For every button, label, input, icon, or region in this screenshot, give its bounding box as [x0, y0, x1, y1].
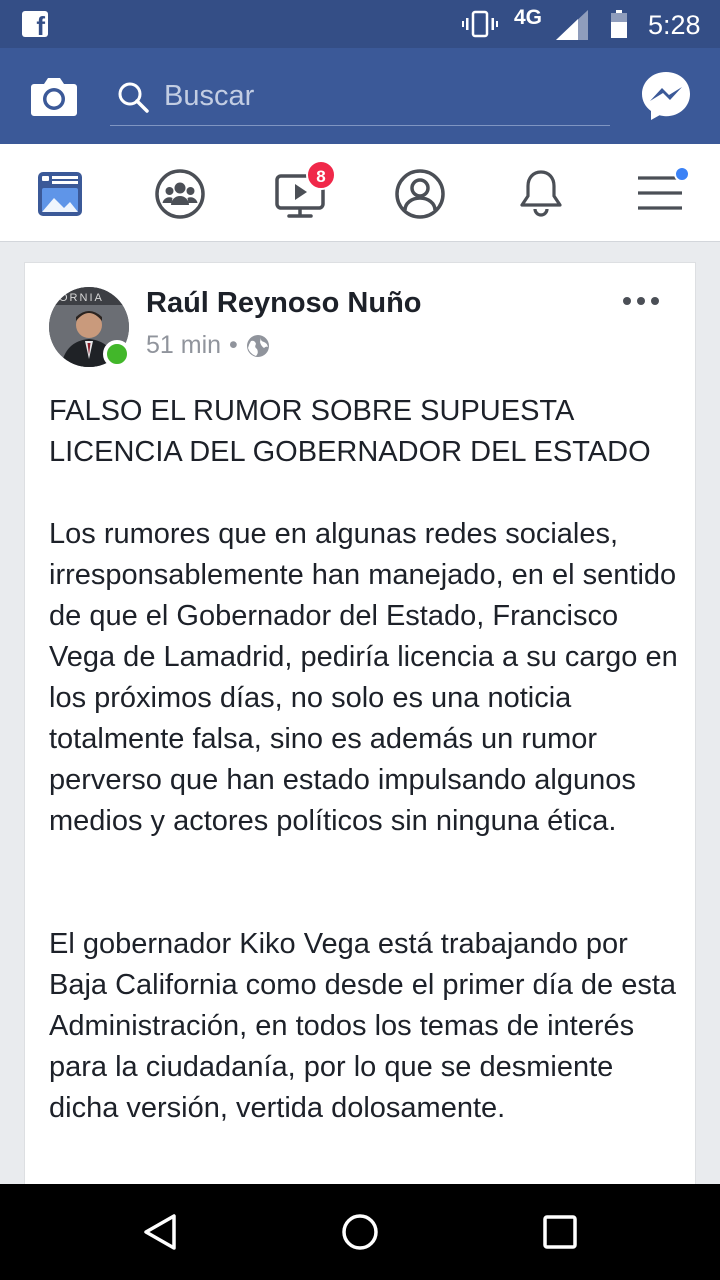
nav-tabs [0, 144, 720, 242]
back-icon[interactable] [140, 1212, 180, 1252]
post-paragraph-2: El gobernador Kiko Vega está trabajando … [49, 928, 677, 1124]
search-bar[interactable] [110, 70, 610, 126]
svg-text:ORNIA: ORNIA [59, 292, 104, 304]
facebook-f-icon: f [22, 11, 48, 39]
post-timestamp[interactable]: 51 min [146, 331, 221, 360]
groups-icon[interactable] [152, 166, 208, 222]
news-feed-icon[interactable] [32, 166, 88, 222]
home-icon[interactable] [340, 1212, 380, 1252]
vibrate-icon [462, 10, 498, 38]
battery-icon [611, 10, 627, 38]
app-header [0, 48, 720, 144]
post-author-name[interactable]: Raúl Reynoso Nuño [146, 287, 422, 320]
menu-new-indicator [674, 166, 690, 182]
status-bar: f 4G 5:28 [0, 0, 720, 48]
watch-notification-badge: 8 [306, 160, 336, 190]
post-paragraph-1: Los rumores que en algunas redes sociale… [49, 518, 678, 837]
profile-icon[interactable] [392, 166, 448, 222]
search-input[interactable] [164, 76, 594, 116]
globe-icon [246, 334, 269, 357]
online-status-indicator [103, 340, 131, 368]
post-card: ORNIA Raúl Reynoso Nuño 51 min • FALSO E… [24, 262, 696, 1192]
recents-icon[interactable] [540, 1212, 580, 1252]
network-type: 4G [514, 6, 543, 29]
more-options-icon[interactable] [621, 291, 661, 311]
notifications-bell-icon[interactable] [513, 166, 569, 222]
post-meta: 51 min • [146, 331, 270, 360]
clock: 5:28 [648, 10, 701, 40]
messenger-icon[interactable] [640, 70, 692, 122]
signal-icon [556, 10, 588, 40]
search-icon [118, 82, 149, 113]
android-nav-bar [0, 1184, 720, 1280]
post-headline: FALSO EL RUMOR SOBRE SUPUESTA LICENCIA D… [49, 395, 651, 468]
camera-icon[interactable] [30, 74, 78, 118]
meta-separator: • [229, 331, 238, 359]
